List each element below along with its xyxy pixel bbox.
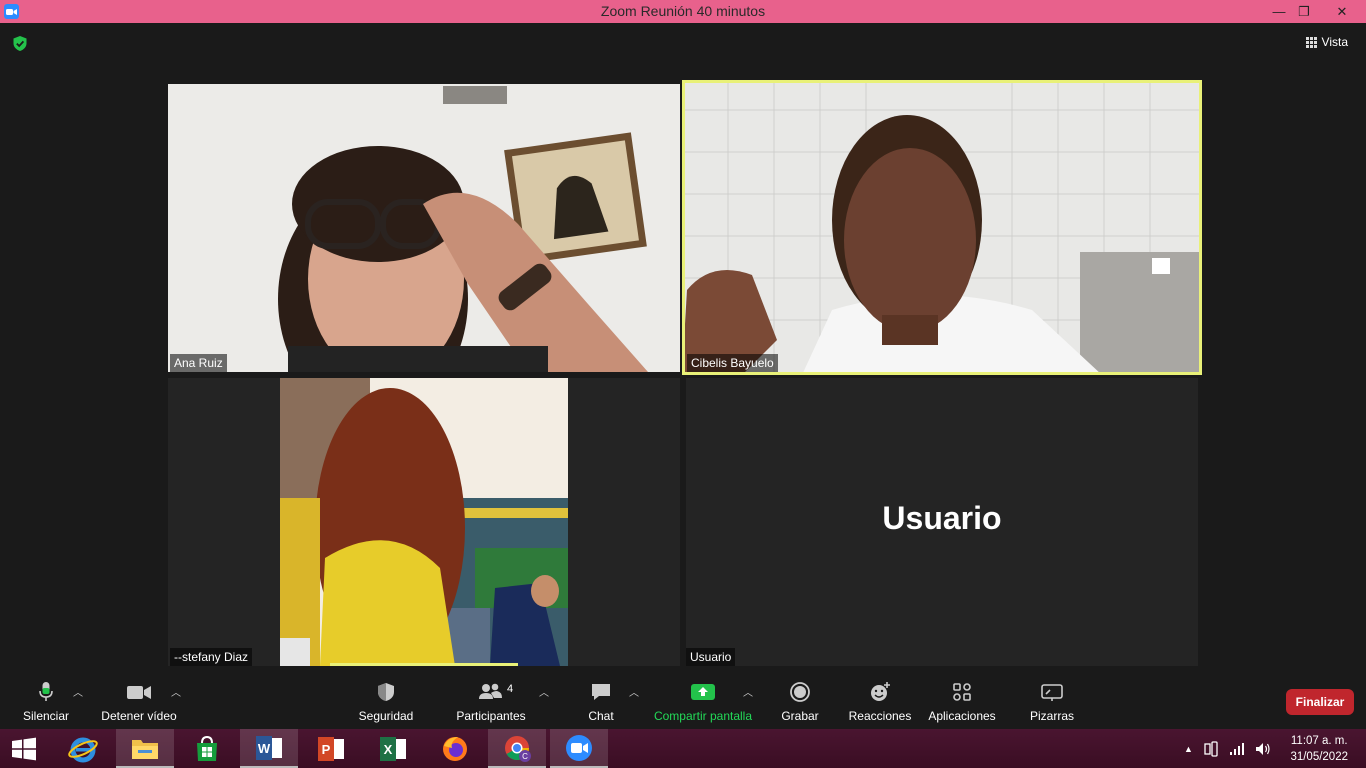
chat-bubble-icon [592, 684, 610, 700]
video-options-caret-icon[interactable]: ︿ [171, 684, 181, 699]
record-label: Grabar [781, 709, 819, 723]
firefox-icon [443, 736, 467, 761]
chat-label: Chat [588, 709, 614, 723]
participant-display-name-usuario: Usuario [882, 500, 1002, 536]
participant-name-usuario: Usuario [686, 648, 736, 666]
clock-time: 11:07 a. m. [1290, 735, 1348, 747]
apps-button[interactable]: Aplicaciones [925, 681, 999, 723]
svg-text:C: C [522, 752, 528, 761]
taskbar-internet-explorer[interactable] [54, 729, 112, 768]
svg-text:W: W [258, 741, 271, 756]
maximize-button[interactable]: ❐ [1287, 0, 1321, 23]
mute-button[interactable]: Silenciar [15, 681, 77, 723]
grid-view-icon [1305, 36, 1317, 48]
share-screen-label: Compartir pantalla [653, 709, 753, 723]
video-feed-stefany [280, 378, 568, 666]
security-label: Seguridad [358, 709, 414, 723]
end-meeting-button[interactable]: Finalizar [1286, 689, 1354, 715]
excel-icon: X [380, 736, 406, 761]
taskbar-excel[interactable]: X [364, 729, 422, 768]
video-camera-icon [127, 686, 151, 699]
record-button[interactable]: Grabar [777, 681, 823, 723]
participant-name-ana: Ana Ruiz [170, 354, 227, 372]
participants-count: 4 [507, 683, 514, 695]
whiteboards-label: Pizarras [1029, 709, 1074, 723]
taskbar-clock[interactable]: 11:07 a. m. 31/05/2022 [1290, 733, 1348, 765]
video-tile-stefany[interactable]: --stefany Diaz [168, 378, 680, 666]
show-hidden-icons-icon[interactable]: ▲ [1184, 744, 1193, 754]
security-shield-icon[interactable] [12, 35, 28, 52]
video-tile-usuario[interactable]: Usuario Usuario [686, 378, 1198, 666]
network-signal-icon[interactable] [1229, 742, 1245, 756]
shield-icon [378, 683, 394, 701]
taskbar-zoom[interactable] [550, 729, 608, 768]
start-button[interactable] [0, 729, 48, 768]
microphone-icon [39, 682, 53, 701]
windows-taskbar: W P X C ▲ 11:07 a. m. 31/05/2022 [0, 729, 1366, 768]
apps-label: Aplicaciones [928, 709, 996, 723]
folder-icon [132, 739, 158, 759]
participant-name-cibelis: Cibelis Bayuelo [687, 354, 778, 372]
chrome-icon: C [505, 735, 531, 762]
meeting-toolbar: Silenciar ︿ Detener vídeo ︿ Seguridad Pa… [0, 675, 1366, 729]
record-icon [790, 682, 810, 702]
taskbar-powerpoint[interactable]: P [302, 729, 360, 768]
stop-video-button[interactable]: Detener vídeo [100, 681, 178, 723]
chat-button[interactable]: Chat [578, 681, 624, 723]
zoom-icon [566, 734, 592, 761]
share-options-caret-icon[interactable]: ︿ [743, 684, 753, 699]
stop-video-label: Detener vídeo [101, 709, 177, 723]
apps-icon [953, 683, 971, 701]
reactions-button[interactable]: Reacciones [846, 681, 914, 723]
close-button[interactable]: ✕ [1318, 0, 1366, 23]
participants-icon [479, 683, 502, 699]
taskbar-file-explorer[interactable] [116, 729, 174, 768]
video-feed-cibelis [682, 80, 1202, 375]
volume-icon[interactable] [1255, 741, 1271, 757]
device-icon[interactable] [1203, 740, 1219, 757]
whiteboard-icon [1041, 684, 1063, 701]
word-icon: W [256, 735, 282, 760]
taskbar-chrome[interactable]: C [488, 729, 546, 768]
title-bar: Zoom Reunión 40 minutos — ❐ ✕ [0, 0, 1366, 23]
system-tray: ▲ [1184, 729, 1271, 768]
view-button[interactable]: Vista [1305, 35, 1348, 49]
powerpoint-icon: P [318, 736, 344, 761]
meeting-area: Vista Ana Ruiz Cibelis Bayuelo --stefany… [0, 23, 1366, 675]
participants-label: Participantes [456, 709, 526, 723]
internet-explorer-icon [68, 737, 98, 762]
reactions-smiley-icon [871, 682, 890, 701]
audio-indicator-bar [330, 663, 518, 666]
view-label: Vista [1321, 35, 1348, 49]
participant-name-stefany: --stefany Diaz [170, 648, 253, 666]
clock-date: 31/05/2022 [1290, 751, 1348, 763]
taskbar-store[interactable] [178, 729, 236, 768]
window-title: Zoom Reunión 40 minutos [600, 3, 766, 19]
video-tile-cibelis[interactable]: Cibelis Bayuelo [682, 80, 1202, 375]
taskbar-word[interactable]: W [240, 729, 298, 768]
share-screen-icon [691, 684, 715, 700]
participants-button[interactable]: Participantes [455, 681, 527, 723]
audio-options-caret-icon[interactable]: ︿ [73, 684, 83, 699]
security-button[interactable]: Seguridad [355, 681, 417, 723]
svg-text:X: X [384, 742, 393, 757]
reactions-label: Reacciones [848, 709, 912, 723]
whiteboards-button[interactable]: Pizarras [1026, 681, 1078, 723]
windows-logo-icon [12, 737, 36, 760]
taskbar-firefox[interactable] [426, 729, 484, 768]
share-screen-button[interactable]: Compartir pantalla [650, 681, 756, 723]
mute-label: Silenciar [22, 709, 70, 723]
store-bag-icon [197, 735, 217, 761]
video-tile-ana[interactable]: Ana Ruiz [168, 84, 680, 372]
participants-options-caret-icon[interactable]: ︿ [539, 684, 549, 699]
chat-options-caret-icon[interactable]: ︿ [629, 684, 639, 699]
video-feed-ana [168, 84, 680, 372]
svg-text:P: P [322, 742, 331, 757]
